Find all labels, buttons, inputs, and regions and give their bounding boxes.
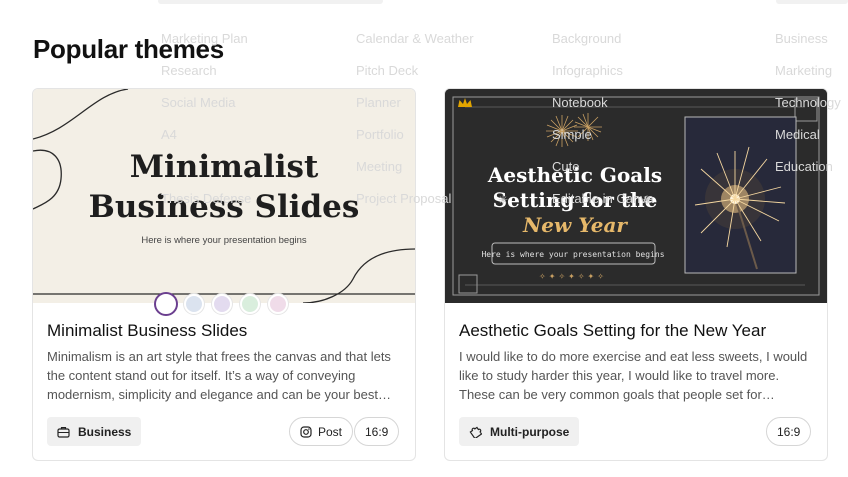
- menu-item[interactable]: Calendar & Weather: [356, 31, 474, 46]
- slide-subtitle: Here is where your presentation begins: [141, 235, 307, 246]
- svg-text:✧✦✧✦✧✦✧: ✧✦✧✦✧✦✧: [539, 272, 607, 281]
- category-label: Business: [78, 424, 132, 439]
- ratio-label: 16:9: [365, 424, 389, 439]
- theme-title[interactable]: Minimalist Business Slides: [47, 321, 247, 341]
- color-swatches: [156, 294, 288, 314]
- theme-thumbnail[interactable]: Minimalist Business Slides Here is where…: [33, 89, 415, 303]
- theme-card-minimalist[interactable]: Minimalist Business Slides Here is where…: [32, 88, 416, 461]
- ratio-pill[interactable]: 16:9: [354, 417, 400, 446]
- theme-thumbnail[interactable]: Aesthetic Goals Setting for the New Year…: [445, 89, 827, 303]
- ratio-pill[interactable]: 16:9: [766, 417, 812, 446]
- swatch-1[interactable]: [156, 294, 176, 314]
- theme-title[interactable]: Aesthetic Goals Setting for the New Year: [459, 321, 766, 341]
- ratio-label: 16:9: [777, 424, 801, 439]
- slide-title-line1: Aesthetic Goals: [487, 163, 662, 187]
- content-type-filter[interactable]: [158, 0, 383, 4]
- puzzle-icon: [469, 426, 482, 438]
- menu-item[interactable]: Pitch Deck: [356, 63, 418, 78]
- swatch-4[interactable]: [240, 294, 260, 314]
- slide-preview: Minimalist Business Slides Here is where…: [33, 89, 415, 303]
- slide-title-line1: Minimalist: [130, 149, 319, 185]
- slide-title-line2: Setting for the: [493, 188, 658, 212]
- menu-item[interactable]: Marketing: [775, 63, 832, 78]
- top-filter-bar: [0, 0, 848, 8]
- slide-subtitle: Here is where your presentation begins: [481, 250, 664, 259]
- category-chip-multi-purpose[interactable]: Multi-purpose: [459, 417, 580, 446]
- slide-preview: Aesthetic Goals Setting for the New Year…: [445, 89, 827, 303]
- swatch-5[interactable]: [268, 294, 288, 314]
- format-pill-post[interactable]: Post: [289, 417, 354, 446]
- theme-card-aesthetic-goals[interactable]: Aesthetic Goals Setting for the New Year…: [444, 88, 828, 461]
- menu-item[interactable]: Research: [161, 63, 217, 78]
- section-title: Popular themes: [33, 34, 224, 64]
- theme-description: I would like to do more exercise and eat…: [459, 349, 808, 402]
- category-label: Multi-purpose: [490, 424, 570, 439]
- swatch-2[interactable]: [184, 294, 204, 314]
- industry-filter[interactable]: [776, 0, 848, 4]
- svg-text:✳: ✳: [498, 193, 508, 207]
- slide-title-line3: New Year: [522, 213, 628, 237]
- menu-item[interactable]: Background: [552, 31, 621, 46]
- slide-title-line2: Business Slides: [89, 189, 360, 225]
- menu-item[interactable]: Infographics: [552, 63, 623, 78]
- category-chip-business[interactable]: Business: [47, 417, 142, 446]
- format-label: Post: [318, 424, 343, 439]
- instagram-icon: [300, 425, 312, 438]
- swatch-3[interactable]: [212, 294, 232, 314]
- svg-text:✳: ✳: [642, 193, 652, 207]
- theme-description: Minimalism is an art style that frees th…: [47, 349, 391, 402]
- briefcase-icon: [57, 426, 70, 438]
- menu-item[interactable]: Business: [775, 31, 828, 46]
